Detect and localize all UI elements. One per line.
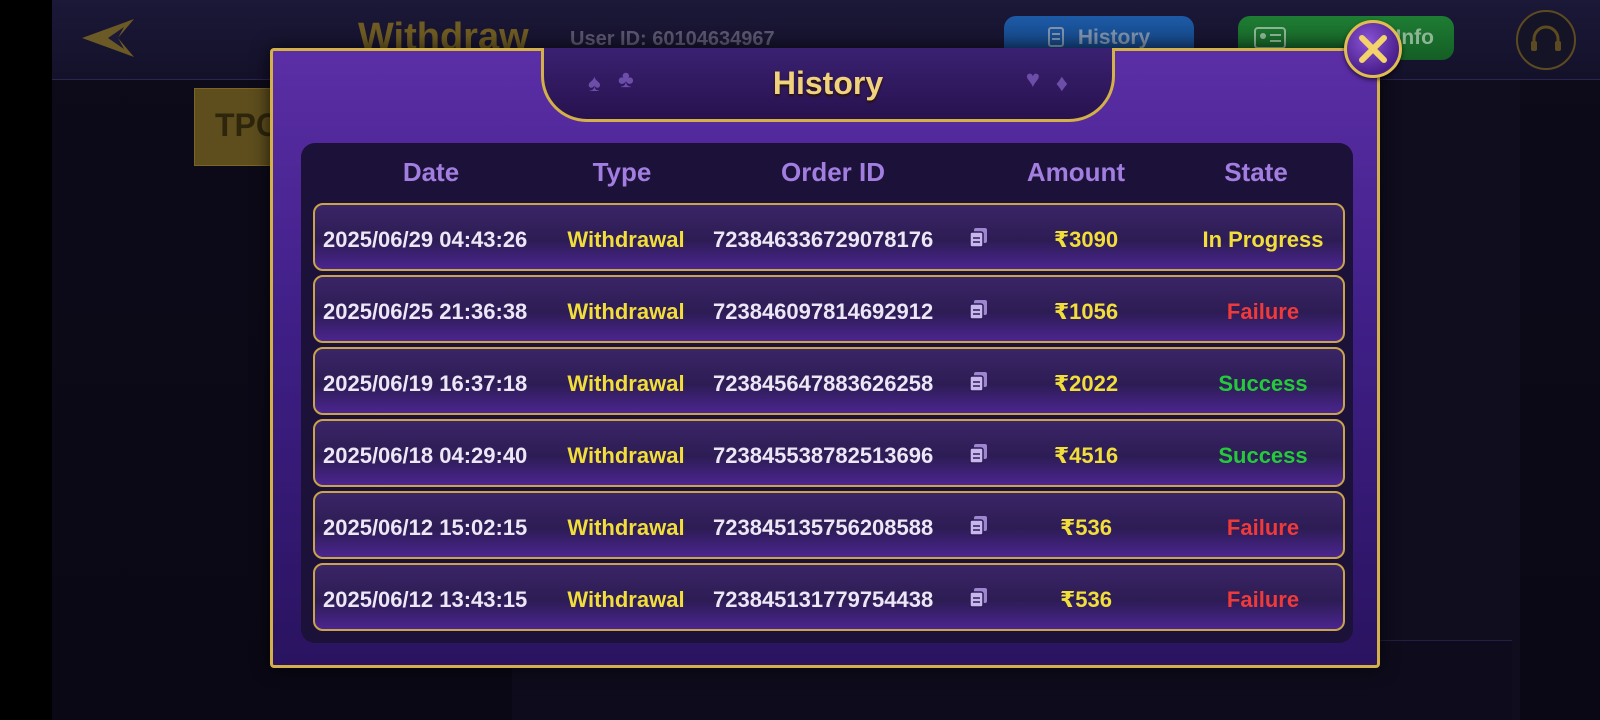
customer-support-button[interactable]	[1516, 10, 1576, 70]
row-amount: ₹3090	[1053, 227, 1119, 252]
table-row: 2025/06/29 04:43:26 Withdrawal 723846336…	[313, 203, 1345, 271]
row-type: Withdrawal	[567, 443, 685, 468]
table-row: 2025/06/18 04:29:40 Withdrawal 723845538…	[313, 419, 1345, 487]
club-icon: ♣	[618, 66, 634, 93]
row-state: Failure	[1226, 299, 1300, 324]
row-date: 2025/06/18 04:29:40	[323, 443, 528, 468]
row-order-id: 723846336729078176	[713, 227, 934, 252]
row-type: Withdrawal	[567, 371, 685, 396]
row-amount: ₹536	[1059, 515, 1112, 540]
back-arrow-icon	[82, 19, 134, 57]
modal-title: History	[772, 65, 884, 101]
history-rows: 2025/06/29 04:43:26 Withdrawal 723846336…	[313, 203, 1345, 635]
history-table[interactable]: Date Type Order ID Amount State 2025/06/…	[301, 143, 1353, 643]
row-order-id: 723845647883626258	[713, 371, 934, 396]
id-card-icon	[1254, 27, 1286, 49]
table-row: 2025/06/25 21:36:38 Withdrawal 723846097…	[313, 275, 1345, 343]
copy-icon[interactable]	[969, 299, 989, 321]
history-list-icon	[1047, 27, 1064, 47]
row-state: In Progress	[1202, 227, 1324, 252]
copy-icon[interactable]	[969, 227, 989, 249]
copy-icon[interactable]	[969, 371, 989, 393]
row-order-id: 723846097814692912	[713, 299, 934, 324]
column-header-order-id: Order ID	[780, 157, 886, 187]
copy-icon[interactable]	[969, 515, 989, 537]
spade-icon: ♠	[588, 70, 601, 97]
history-tab-label: History	[1077, 26, 1151, 49]
row-date: 2025/06/12 15:02:15	[323, 515, 528, 540]
close-icon	[1359, 35, 1387, 63]
copy-icon[interactable]	[969, 443, 989, 465]
row-type: Withdrawal	[567, 587, 685, 612]
table-row: 2025/06/19 16:37:18 Withdrawal 723845647…	[313, 347, 1345, 415]
back-button[interactable]	[76, 10, 140, 66]
row-amount: ₹2022	[1053, 371, 1119, 396]
heart-icon: ♥	[1025, 66, 1040, 93]
row-state: Success	[1218, 371, 1308, 396]
support-headset-icon	[1531, 25, 1561, 51]
row-amount: ₹4516	[1053, 443, 1119, 468]
history-modal: ♠ ♣ History ♥ ♦ Date Type Order ID Amoun…	[270, 48, 1380, 668]
copy-icon[interactable]	[969, 587, 989, 609]
row-amount: ₹536	[1059, 587, 1112, 612]
row-type: Withdrawal	[567, 299, 685, 324]
row-state: Success	[1218, 443, 1308, 468]
row-state: Failure	[1226, 515, 1300, 540]
column-header-state: State	[1224, 157, 1288, 187]
column-header-amount: Amount	[1026, 157, 1126, 187]
diamond-icon: ♦	[1055, 70, 1068, 97]
column-header-type: Type	[592, 157, 652, 187]
row-type: Withdrawal	[567, 515, 685, 540]
row-date: 2025/06/12 13:43:15	[323, 587, 528, 612]
row-order-id: 723845538782513696	[713, 443, 934, 468]
row-amount: ₹1056	[1053, 299, 1119, 324]
row-state: Failure	[1226, 587, 1300, 612]
modal-header: ♠ ♣ History ♥ ♦	[541, 48, 1115, 122]
table-header: Date Type Order ID Amount State	[301, 151, 1353, 195]
row-order-id: 723845135756208588	[713, 515, 934, 540]
row-date: 2025/06/29 04:43:26	[323, 227, 528, 252]
column-header-date: Date	[402, 157, 460, 187]
row-type: Withdrawal	[567, 227, 685, 252]
table-row: 2025/06/12 15:02:15 Withdrawal 723845135…	[313, 491, 1345, 559]
table-row: 2025/06/12 13:43:15 Withdrawal 723845131…	[313, 563, 1345, 631]
row-date: 2025/06/25 21:36:38	[323, 299, 528, 324]
close-button[interactable]	[1344, 20, 1402, 78]
row-order-id: 723845131779754438	[713, 587, 934, 612]
row-date: 2025/06/19 16:37:18	[323, 371, 528, 396]
